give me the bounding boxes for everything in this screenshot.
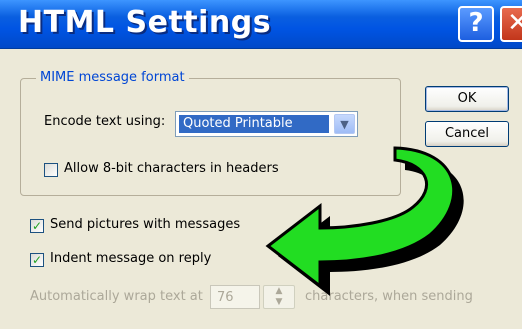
green-curved-arrow-icon	[265, 146, 464, 296]
